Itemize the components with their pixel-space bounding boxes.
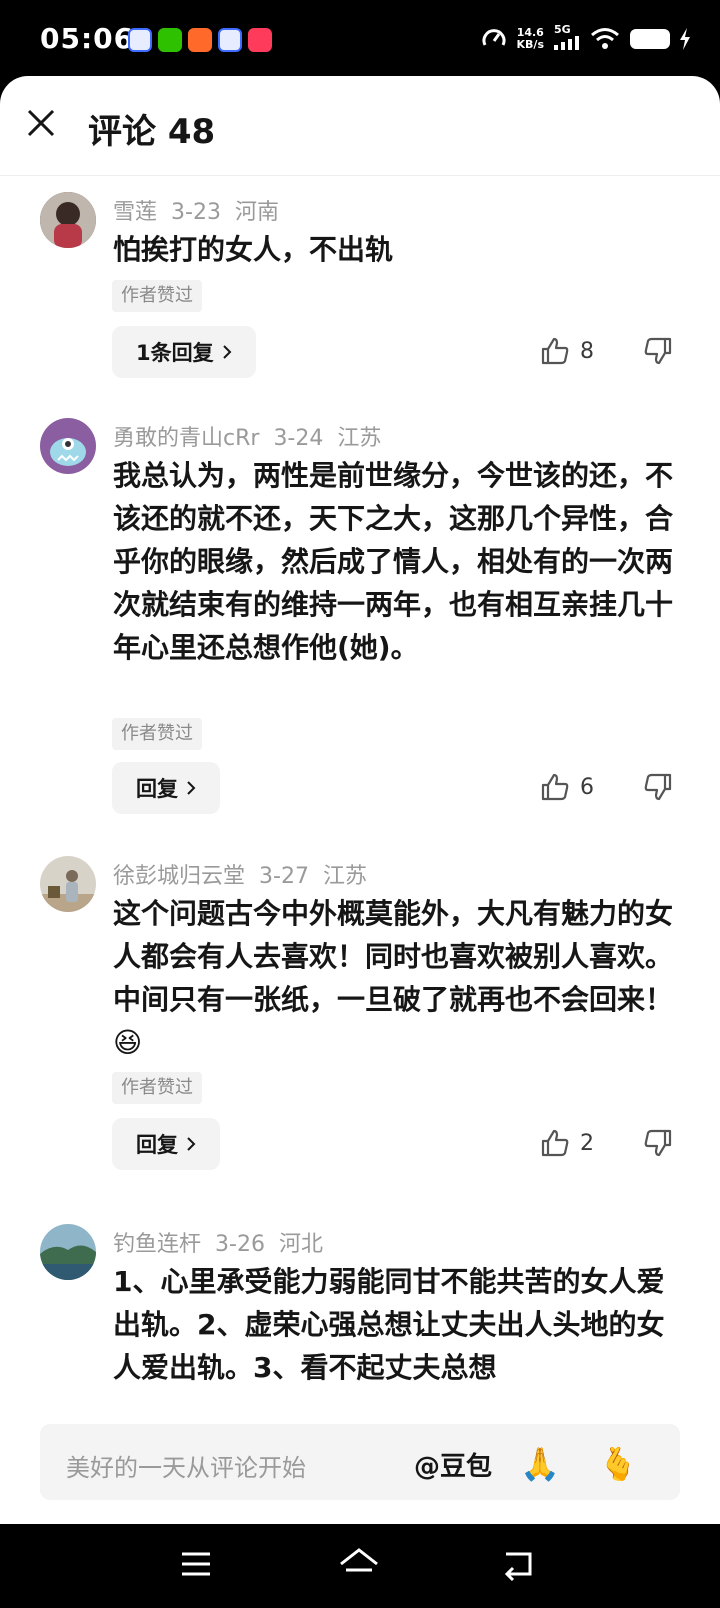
like-count: 8: [580, 338, 594, 364]
charging-icon: [680, 27, 690, 50]
signal-icon: [554, 36, 579, 50]
status-bar: 05:06 14.6 KB/s 5G: [0, 0, 720, 84]
username[interactable]: 雪莲: [113, 200, 157, 225]
comment-date: 3-27: [259, 864, 309, 889]
thumbs-down-icon: [644, 773, 672, 801]
sheet-header: 评论 48: [0, 76, 720, 176]
home-button[interactable]: [338, 1546, 382, 1586]
like-button[interactable]: 2: [540, 1128, 594, 1158]
comment-meta: 钓鱼连杆 3-26 河北: [113, 1226, 337, 1258]
comment-text[interactable]: 怕挨打的女人，不出轨: [113, 228, 683, 271]
comment-location: 江苏: [337, 426, 382, 451]
store-app-icon: [188, 28, 212, 52]
thumbs-up-icon: [541, 337, 569, 365]
back-icon: [504, 1552, 532, 1582]
wechat-app-icon: [158, 28, 182, 52]
reply-label: 1条回复: [136, 341, 214, 365]
battery-icon: [630, 28, 670, 49]
chevron-right-icon: [187, 781, 196, 795]
comment-text[interactable]: 我总认为，两性是前世缘分，今世该的还，不该还的就不还，天下之大，这那几个异性，合…: [113, 454, 683, 669]
thumbs-down-icon: [644, 337, 672, 365]
close-button[interactable]: [20, 102, 62, 144]
comment-location: 河北: [278, 1232, 323, 1257]
avatar[interactable]: [40, 418, 96, 474]
comment-meta: 雪莲 3-23 河南: [113, 194, 293, 226]
comment-location: 江苏: [322, 864, 367, 889]
speedometer-icon: [482, 28, 505, 46]
notification-icons: [128, 28, 272, 52]
username[interactable]: 勇敢的青山cRr: [113, 426, 259, 451]
reply-button[interactable]: 1条回复: [112, 326, 256, 378]
comment-list[interactable]: 雪莲 3-23 河南 怕挨打的女人，不出轨 作者赞过 1条回复 8 勇敢的青山cRr…: [0, 176, 720, 1494]
baidu-app-icon-2: [218, 28, 242, 52]
like-count: 6: [580, 774, 594, 800]
avatar[interactable]: [40, 192, 96, 248]
thumbs-down-icon: [644, 1129, 672, 1157]
back-button[interactable]: [500, 1546, 544, 1586]
author-liked-tag: 作者赞过: [112, 280, 202, 312]
like-count: 2: [580, 1130, 594, 1156]
home-icon: [340, 1548, 378, 1572]
like-button[interactable]: 6: [540, 772, 594, 802]
comment-text[interactable]: 这个问题古今中外概莫能外，大凡有魅力的女人都会有人去喜欢！同时也喜欢被别人喜欢。…: [113, 892, 683, 1064]
reply-label: 回复: [136, 1133, 178, 1157]
comment-date: 3-24: [273, 426, 324, 451]
mention-button[interactable]: @豆包: [414, 1446, 492, 1483]
input-placeholder: 美好的一天从评论开始: [66, 1454, 306, 1482]
avatar[interactable]: [40, 856, 96, 912]
chevron-right-icon: [222, 345, 232, 359]
thumbs-up-icon: [541, 1129, 569, 1157]
dislike-button[interactable]: [643, 1128, 673, 1162]
wifi-icon: [591, 27, 619, 49]
comment-meta: 徐彭城归云堂 3-27 江苏: [113, 858, 381, 890]
username[interactable]: 徐彭城归云堂: [113, 864, 245, 889]
comment-meta: 勇敢的青山cRr 3-24 江苏: [113, 420, 395, 452]
system-nav-bar: [0, 1524, 720, 1608]
author-liked-tag: 作者赞过: [112, 718, 202, 750]
close-icon: [27, 109, 55, 137]
author-liked-tag: 作者赞过: [112, 1072, 202, 1104]
comment-text[interactable]: 1、心里承受能力弱能同甘不能共苦的女人爱出轨。2、虚荣心强总想让丈夫出人头地的女…: [113, 1260, 683, 1389]
comment-count-title: 评论 48: [88, 112, 216, 152]
reply-button[interactable]: 回复: [112, 762, 220, 814]
status-time: 05:06: [40, 22, 135, 55]
like-button[interactable]: 8: [540, 336, 594, 366]
network-type: 5G: [554, 24, 580, 53]
username[interactable]: 钓鱼连杆: [113, 1232, 201, 1257]
comment-location: 河南: [234, 200, 279, 225]
status-indicators: 14.6 KB/s 5G: [481, 24, 690, 53]
message-app-icon: [248, 28, 272, 52]
dislike-button[interactable]: [643, 336, 673, 370]
comment-date: 3-23: [171, 200, 221, 225]
network-speed: 14.6 KB/s: [516, 25, 544, 51]
chevron-right-icon: [187, 1137, 196, 1151]
reply-button[interactable]: 回复: [112, 1118, 220, 1170]
heart-hand-emoji-button[interactable]: 🫰: [596, 1442, 640, 1486]
comment-input[interactable]: 美好的一天从评论开始 @豆包 🙏 🫰: [40, 1424, 680, 1500]
menu-button[interactable]: [178, 1546, 222, 1586]
thumbs-up-icon: [541, 773, 569, 801]
menu-icon: [182, 1552, 210, 1576]
pray-emoji-button[interactable]: 🙏: [518, 1442, 562, 1486]
baidu-app-icon: [128, 28, 152, 52]
comments-sheet: 评论 48 雪莲 3-23 河南 怕挨打的女人，不出轨 作者赞过 1条回复 8: [0, 76, 720, 1524]
reply-label: 回复: [136, 777, 178, 801]
comment-date: 3-26: [215, 1232, 265, 1257]
dislike-button[interactable]: [643, 772, 673, 806]
avatar[interactable]: [40, 1224, 96, 1280]
